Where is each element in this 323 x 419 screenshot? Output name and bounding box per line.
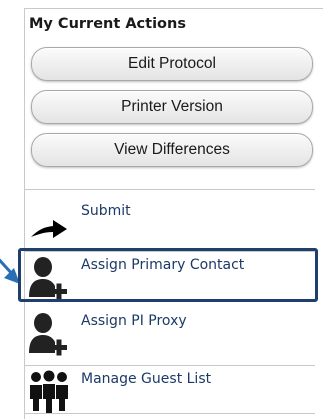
- assign-pi-proxy-action[interactable]: Assign PI Proxy: [27, 309, 315, 361]
- divider: [25, 365, 315, 366]
- view-differences-button[interactable]: View Differences: [31, 133, 313, 167]
- assign-pi-proxy-label: Assign PI Proxy: [81, 313, 187, 329]
- manage-guest-list-label: Manage Guest List: [81, 371, 212, 387]
- panel-title: My Current Actions: [29, 16, 186, 32]
- submit-label: Submit: [81, 203, 131, 219]
- divider: [25, 189, 315, 190]
- manage-guest-list-action[interactable]: Manage Guest List: [27, 367, 315, 419]
- current-actions-panel: My Current Actions Edit Protocol Printer…: [24, 8, 323, 419]
- group-icon: [30, 370, 68, 413]
- divider: [25, 413, 315, 414]
- user-add-icon: [29, 313, 67, 356]
- highlight-box: [18, 248, 318, 302]
- submit-action[interactable]: Submit: [27, 199, 315, 251]
- arrow-right-icon: [31, 220, 67, 238]
- printer-version-button[interactable]: Printer Version: [31, 90, 313, 124]
- edit-protocol-button[interactable]: Edit Protocol: [31, 47, 313, 81]
